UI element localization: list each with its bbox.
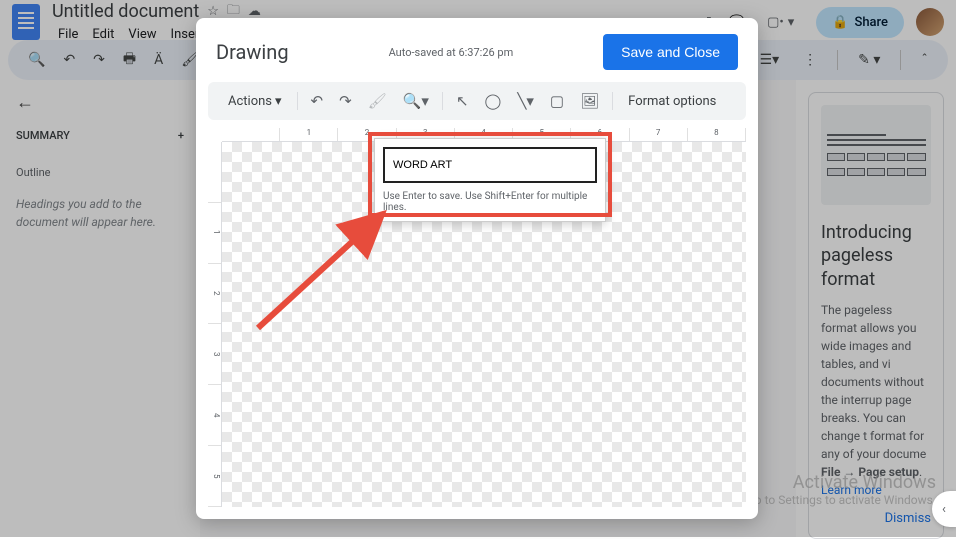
caret-down-icon: ▾	[275, 94, 282, 109]
camera-icon: ▢•	[767, 15, 784, 30]
share-label: Share	[854, 15, 888, 30]
drawing-modal: Drawing Auto-saved at 6:37:26 pm Save an…	[196, 18, 758, 519]
image-tool-icon[interactable]: 🖼	[574, 88, 605, 114]
pageless-card: Introducing pageless format The pageless…	[808, 92, 944, 539]
undo-icon[interactable]: ↶	[305, 88, 330, 114]
paint-format-icon[interactable]: 🖌	[362, 88, 393, 114]
wordart-hint: Use Enter to save. Use Shift+Enter for m…	[383, 191, 597, 213]
menu-file[interactable]: File	[52, 25, 84, 44]
wordart-popup: Use Enter to save. Use Shift+Enter for m…	[374, 138, 606, 222]
dismiss-link[interactable]: Dismiss	[821, 511, 931, 526]
more-icon[interactable]: ⋮	[795, 46, 825, 74]
outline-label: Outline	[16, 166, 184, 179]
pageless-title: Introducing pageless format	[821, 221, 931, 291]
back-arrow-icon[interactable]: ←	[16, 92, 184, 113]
caret-down-icon: ▾	[788, 15, 795, 30]
select-tool-icon[interactable]: ↖	[450, 88, 475, 114]
undo-icon[interactable]: ↶	[55, 46, 83, 74]
summary-label: Summary	[16, 129, 70, 142]
autosave-text: Auto-saved at 6:37:26 pm	[389, 46, 514, 59]
zoom-dropdown[interactable]: 🔍▾	[397, 88, 435, 114]
print-icon[interactable]: 🖶	[115, 42, 144, 78]
modal-title: Drawing	[216, 40, 289, 64]
pageless-body: The pageless format allows you wide imag…	[821, 301, 931, 499]
redo-icon[interactable]: ↷	[85, 46, 113, 74]
cloud-icon[interactable]: ☁	[248, 4, 261, 19]
pageless-preview-image	[821, 105, 931, 205]
wordart-input[interactable]	[383, 147, 597, 183]
menu-view[interactable]: View	[122, 25, 162, 44]
add-summary-icon[interactable]: +	[178, 129, 184, 142]
format-options-button[interactable]: Format options	[620, 90, 724, 113]
redo-icon[interactable]: ↷	[333, 88, 358, 114]
collapse-icon[interactable]: ˆ	[913, 46, 936, 74]
search-icon[interactable]: 🔍	[20, 46, 53, 74]
save-and-close-button[interactable]: Save and Close	[603, 34, 738, 70]
editing-mode-icon[interactable]: ✎ ▾	[850, 46, 888, 74]
actions-dropdown[interactable]: Actions▾	[220, 90, 290, 113]
spellcheck-icon[interactable]: Ä	[146, 46, 171, 74]
star-icon[interactable]: ☆	[207, 4, 219, 19]
meet-button[interactable]: ▢• ▾	[757, 9, 804, 36]
doc-title[interactable]: Untitled document	[52, 1, 199, 22]
learn-more-link[interactable]: Learn more	[821, 483, 882, 497]
shape-tool-icon[interactable]: ◯	[479, 88, 508, 114]
avatar[interactable]	[916, 8, 944, 36]
menu-edit[interactable]: Edit	[86, 25, 120, 44]
line-tool-icon[interactable]: ╲▾	[511, 88, 540, 114]
share-button[interactable]: 🔒 Share	[816, 7, 904, 38]
ruler-vertical: 1 2 3 4 5	[208, 142, 222, 507]
textbox-tool-icon[interactable]: ▢	[544, 88, 570, 114]
outline-hint: Headings you add to the document will ap…	[16, 195, 184, 231]
docs-logo[interactable]	[12, 4, 40, 40]
lock-icon: 🔒	[832, 15, 848, 30]
